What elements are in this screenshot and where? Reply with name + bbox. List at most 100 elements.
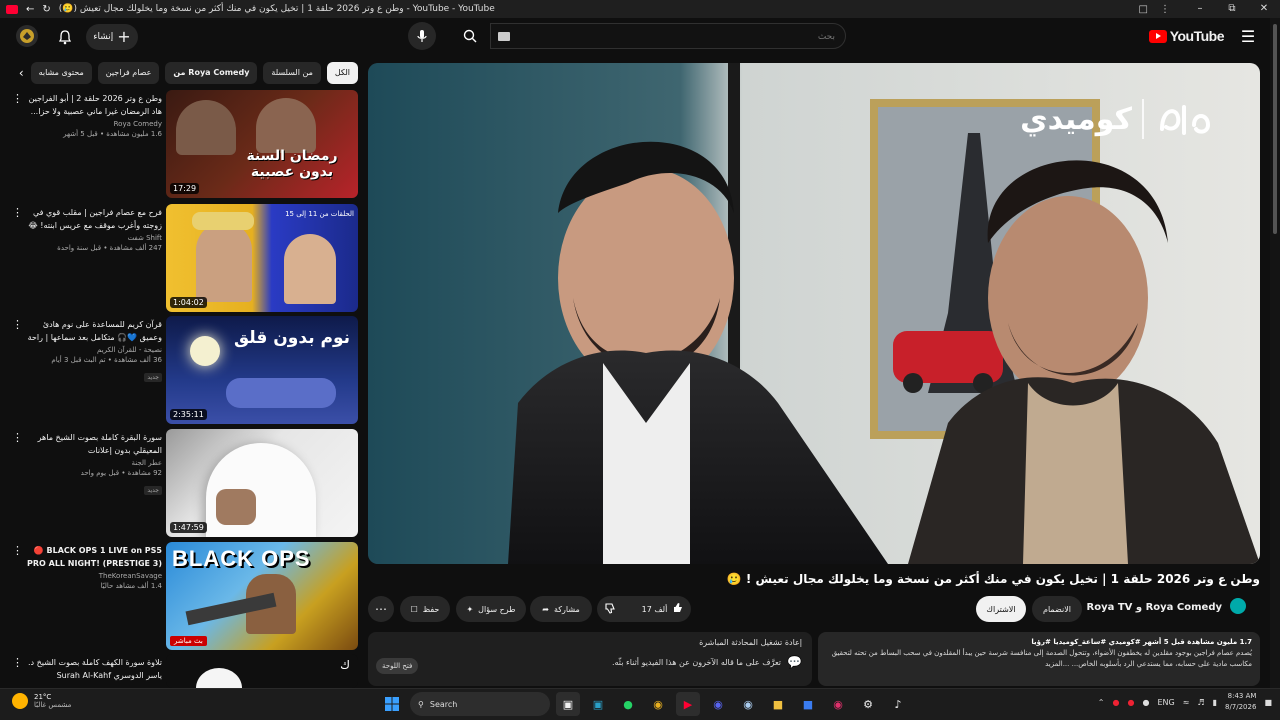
recommendation-title[interactable]: قرآن كريم للمساعدة على نوم هادئ وعميق 💙🎧… [26,318,162,344]
recommendation-item[interactable]: ك تلاوة سورة الكهف كاملة بصوت الشيخ د. ي… [8,654,360,688]
voice-search-button[interactable] [408,22,436,50]
recommendation-title[interactable]: وطن ع وتر 2026 حلقة 2 | أبو الفراجين هاد… [26,92,162,118]
more-actions-icon[interactable]: ⋮ [12,656,23,669]
more-icon[interactable]: ⋮ [1160,4,1170,15]
chip-from-series[interactable]: من السلسلة [263,62,321,84]
account-avatar[interactable] [16,25,38,47]
thumb-text: BLACK OPS [172,546,311,571]
video-thumbnail[interactable]: الحلقات من 11 إلى 15 1:04:02 [166,204,358,312]
language-indicator[interactable]: ENG [1157,698,1174,707]
channel-avatar[interactable] [1230,598,1246,614]
chip-topic[interactable]: عصام فراجين [97,62,160,84]
back-icon[interactable]: ← [26,4,34,15]
battery-icon[interactable]: ▮ [1213,698,1217,707]
instagram-icon[interactable]: ◉ [826,692,850,716]
guide-menu-icon[interactable]: ☰ [1238,27,1258,47]
video-description[interactable]: 1.7 مليون مشاهدة قبل 5 أشهر #كوميدي #ساع… [818,632,1260,686]
recommendation-title[interactable]: سورة البقرة كاملة بصوت الشيخ ماهر المعيق… [26,431,162,457]
steam-icon[interactable]: ◉ [736,692,760,716]
more-actions-icon[interactable]: ⋮ [12,206,23,219]
discord-icon[interactable]: ◉ [706,692,730,716]
restore-button[interactable]: ⧉ [1216,0,1248,18]
search-box[interactable] [490,23,846,49]
page-scrollbar[interactable] [1270,18,1280,688]
settings-icon[interactable]: ⚙ [856,692,880,716]
close-button[interactable]: ✕ [1248,0,1280,18]
subscribe-button[interactable]: الاشتراك [976,596,1026,622]
duration-badge: 1:04:02 [170,297,207,308]
search-input[interactable] [491,25,845,49]
minimize-button[interactable]: – [1184,0,1216,18]
masthead: إنشاء + YouTube ☰ [0,18,1280,56]
volume-icon[interactable]: ♬ [1197,698,1204,707]
video-thumbnail[interactable]: رمضان السنة بدون عصبية 17:29 [166,90,358,198]
open-panel-button[interactable]: فتح اللوحة [376,658,419,674]
more-actions-icon[interactable]: ⋮ [12,544,23,557]
recommendation-title[interactable]: تلاوة سورة الكهف كاملة بصوت الشيخ د. ياس… [26,656,162,682]
more-actions-button[interactable]: ⋯ [368,596,394,622]
ask-button[interactable]: ✦ طرح سؤال [456,596,526,622]
duration-badge: 1:47:59 [170,522,207,533]
create-button[interactable]: إنشاء + [86,24,138,50]
folder-icon[interactable]: ■ [766,692,790,716]
recommendation-channel[interactable]: نصيحة - للقرآن الكريم [26,346,162,354]
app-icon[interactable]: ■ [796,692,820,716]
join-button[interactable]: الانضمام [1032,596,1082,622]
tray-app-icon[interactable]: ● [1113,698,1120,707]
chip-from-channel[interactable]: من Roya Comedy [165,62,258,84]
recommendation-item[interactable]: نوم بدون قلق 2:35:11 قرآن كريم للمساعدة … [8,316,360,424]
dislike-icon[interactable] [604,602,616,616]
tray-app-icon[interactable]: ● [1142,698,1149,707]
chip-all[interactable]: الكل [326,62,358,84]
search-button[interactable] [455,23,485,49]
video-thumbnail[interactable]: 1:47:59 [166,429,358,537]
clock[interactable]: 8:43 AM 8/7/2026 [1225,691,1256,713]
recommendation-item[interactable]: الحلقات من 11 إلى 15 1:04:02 فرح مع عصام… [8,204,360,312]
youtube-logo[interactable]: YouTube [1148,28,1225,44]
recommendation-channel[interactable]: Shift شفت [26,234,162,242]
extensions-icon[interactable]: □ [1139,4,1148,15]
share-button[interactable]: ➦ مشاركة [530,596,592,622]
recommendation-channel[interactable]: عطر الجنة [26,459,162,467]
recommendation-item[interactable]: BLACK OPS بث مباشر 🔴 BLACK OPS 1 LIVE on… [8,542,360,650]
tray-overflow-icon[interactable]: ⌃ [1098,698,1105,707]
notification-icon[interactable]: ■ [1264,698,1272,707]
reload-icon[interactable]: ↻ [42,4,50,15]
tiktok-icon[interactable]: ♪ [886,692,910,716]
video-player[interactable]: كوميدي [368,63,1260,564]
task-view-icon[interactable]: ▣ [556,692,580,716]
tray-app-icon[interactable]: ● [1127,698,1134,707]
recommendation-title[interactable]: 🔴 BLACK OPS 1 LIVE on PS5 PRO ALL NIGHT!… [26,544,162,570]
save-button[interactable]: ☐ حفظ [400,596,450,622]
file-explorer-icon[interactable]: ▣ [586,692,610,716]
save-label: حفظ [422,604,440,614]
keyboard-icon[interactable] [498,32,510,41]
video-thumbnail[interactable]: نوم بدون قلق 2:35:11 [166,316,358,424]
notifications-bell-icon[interactable] [54,26,76,48]
youtube-app-icon[interactable]: ▶ [676,692,700,716]
weather-widget[interactable]: 21°C مشمس غالبًا [12,693,71,709]
video-thumbnail[interactable]: ك [166,654,358,688]
wifi-icon[interactable]: ≈ [1183,698,1190,707]
chip-related[interactable]: محتوى مشابه [30,62,92,84]
recommendation-item[interactable]: 1:47:59 سورة البقرة كاملة بصوت الشيخ ماه… [8,429,360,537]
recommendation-item[interactable]: رمضان السنة بدون عصبية 17:29 وطن ع وتر 2… [8,90,360,198]
recommendation-channel[interactable]: TheKoreanSavage [26,572,162,580]
recommendation-channel[interactable]: Roya Comedy [26,120,162,128]
scrollbar-thumb[interactable] [1273,24,1277,234]
channel-name[interactable]: Roya Comedy و Roya TV [1087,602,1222,613]
taskbar-search[interactable]: ⚲ Search [410,692,550,716]
more-actions-icon[interactable]: ⋮ [12,431,23,444]
new-badge: جديد [144,373,162,382]
recommendation-meta: 1.6 مليون مشاهدة • قبل 5 أشهر [63,130,162,138]
chrome-icon[interactable]: ◉ [646,692,670,716]
description-stats: 1.7 مليون مشاهدة قبل 5 أشهر #كوميدي #ساع… [1031,638,1252,646]
recommendation-title[interactable]: فرح مع عصام فراجين | مقلب قوي في زوجته و… [26,206,162,232]
like-icon[interactable] [672,602,684,616]
whatsapp-icon[interactable]: ● [616,692,640,716]
more-actions-icon[interactable]: ⋮ [12,318,23,331]
chips-scroll-left-icon[interactable]: ‹ [18,62,25,84]
video-thumbnail[interactable]: BLACK OPS بث مباشر [166,542,358,650]
more-actions-icon[interactable]: ⋮ [12,92,23,105]
start-icon[interactable] [380,692,404,716]
